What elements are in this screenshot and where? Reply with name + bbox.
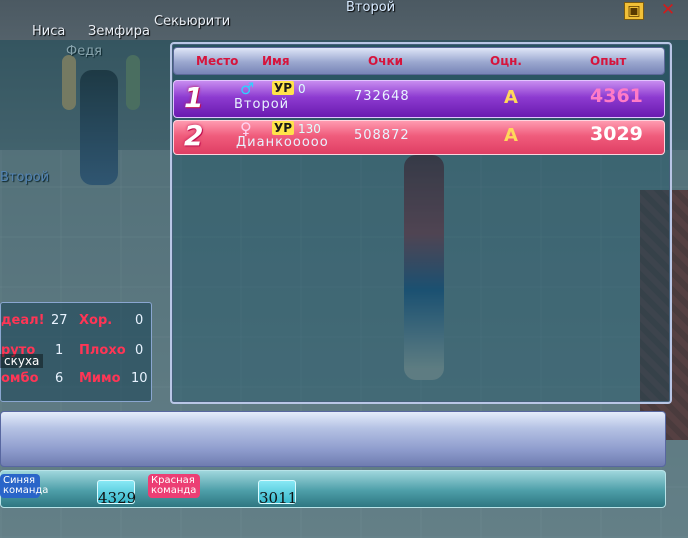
stat-label-ideal: деал! [1, 313, 45, 328]
player-name: Дианкооооо [236, 135, 329, 150]
nametag-zemfira: Земфира [88, 24, 150, 39]
result-row-1: 1 ♂ УР 0 Второй 732648 A 4361 [173, 79, 665, 118]
chat-bar[interactable] [0, 411, 666, 467]
red-team-label: Красная команда [148, 474, 200, 498]
blue-team-score: 4329 [97, 480, 136, 507]
red-team-score: 3011 [258, 480, 297, 507]
floppy-disk-icon[interactable]: ▣ [624, 2, 644, 20]
judgement-stats: деал! 27 Хор. 0 руто 1 Плохо 0 омбо 6 Ми… [0, 302, 152, 402]
level-label: УР [272, 81, 295, 95]
level-value: 130 [298, 122, 321, 136]
player-exp: 4361 [590, 85, 643, 107]
stat-value-combo: 6 [55, 371, 64, 386]
header-grade: Оцн. [490, 54, 522, 68]
player-score: 732648 [354, 89, 410, 104]
player-name: Второй [234, 97, 290, 112]
stat-value-bad: 0 [135, 343, 144, 358]
stat-label-combo: омбо [1, 371, 39, 386]
chat-line: скуха [0, 354, 44, 368]
header-name: Имя [262, 54, 290, 68]
nametag-security: Секьюрити [154, 14, 231, 29]
player-grade: A [504, 125, 518, 146]
rank-badge: 2 [184, 119, 204, 152]
header-exp: Опыт [590, 54, 627, 68]
nametag-nisa: Ниса [32, 24, 66, 39]
stat-label-good: Хор. [79, 313, 113, 328]
player-exp: 3029 [590, 123, 643, 145]
result-row-2: 2 ♀ УР 130 Дианкооооо 508872 A 3029 [173, 119, 665, 155]
header-place: Место [196, 54, 239, 68]
stat-value-miss: 10 [131, 371, 148, 386]
level-label: УР [272, 121, 295, 135]
top-player-name: Второй [346, 0, 396, 15]
stat-label-miss: Мимо [79, 371, 121, 386]
player-score: 508872 [354, 128, 410, 143]
header-score: Очки [368, 54, 403, 68]
rank-badge: 1 [184, 81, 204, 114]
close-icon[interactable]: ✕ [659, 2, 677, 19]
player-grade: A [504, 87, 518, 108]
blue-team-label: Синяя команда [0, 474, 48, 498]
results-header: Место Имя Очки Оцн. Опыт [173, 47, 665, 75]
male-icon: ♂ [240, 79, 255, 98]
level-value: 0 [298, 82, 306, 96]
stat-label-bad: Плохо [79, 343, 126, 358]
stat-value-good: 0 [135, 313, 144, 328]
stat-value-ideal: 27 [51, 313, 68, 328]
stat-value-cool: 1 [55, 343, 64, 358]
